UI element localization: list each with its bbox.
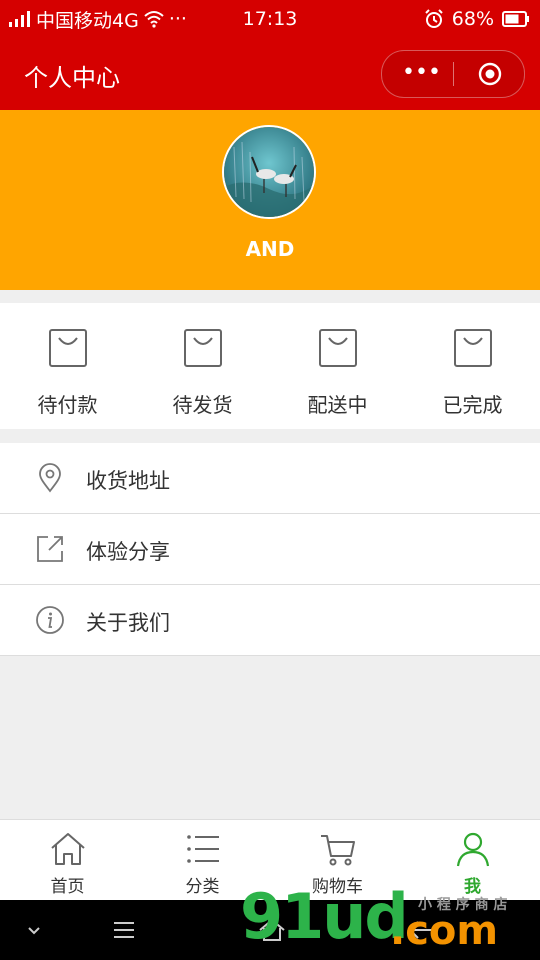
tab-bar: 首页 分类 购物车 我 (0, 819, 540, 900)
tab-label: 分类 (185, 877, 220, 897)
tab-label: 我 (464, 877, 481, 897)
order-pending-shipment[interactable]: 待发货 (135, 303, 270, 429)
menu-label: 关于我们 (86, 611, 170, 635)
profile-header: AND (0, 110, 540, 290)
home-icon (51, 833, 85, 865)
tab-me[interactable]: 我 (405, 820, 540, 900)
chevron-down-icon[interactable] (14, 914, 54, 946)
capsule-divider (453, 62, 454, 86)
info-icon (36, 606, 64, 634)
list-icon (187, 835, 219, 863)
bag-icon (184, 329, 222, 367)
home-button-icon[interactable] (252, 914, 292, 946)
tab-label: 首页 (50, 877, 85, 897)
bag-icon (319, 329, 357, 367)
system-nav-bar (0, 900, 540, 960)
menu-item-about[interactable]: 关于我们 (0, 585, 540, 656)
menu-list: 收货地址 体验分享 关于我们 (0, 443, 540, 656)
tab-cart[interactable]: 购物车 (270, 820, 405, 900)
location-icon (39, 463, 61, 493)
cart-icon (321, 835, 355, 866)
order-label: 配送中 (307, 393, 368, 417)
username: AND (245, 237, 295, 261)
menu-item-address[interactable]: 收货地址 (0, 443, 540, 514)
menu-label: 体验分享 (86, 540, 170, 564)
tab-category[interactable]: 分类 (135, 820, 270, 900)
close-target-icon[interactable] (478, 62, 502, 86)
battery-percent: 68% (451, 8, 494, 30)
more-button[interactable]: ••• (402, 62, 441, 86)
share-icon (37, 536, 63, 562)
menu-label: 收货地址 (86, 469, 170, 493)
order-status-bar: 待付款 待发货 配送中 已完成 (0, 303, 540, 429)
tab-label: 购物车 (312, 877, 363, 897)
menu-item-share[interactable]: 体验分享 (0, 514, 540, 585)
back-icon[interactable] (400, 914, 440, 946)
order-pending-payment[interactable]: 待付款 (0, 303, 135, 429)
tab-home[interactable]: 首页 (0, 820, 135, 900)
bag-icon (49, 329, 87, 367)
status-right: 68% (424, 0, 530, 38)
alarm-icon (425, 9, 443, 28)
order-label: 待发货 (172, 393, 233, 417)
order-completed[interactable]: 已完成 (405, 303, 540, 429)
avatar[interactable] (222, 125, 316, 219)
status-bar: 中国移动4G ··· 17:13 68% (0, 0, 540, 38)
page-title: 个人中心 (24, 64, 120, 92)
menu-icon[interactable] (104, 914, 144, 946)
order-label: 已完成 (442, 393, 503, 417)
battery-icon (502, 11, 529, 27)
nav-bar: 个人中心 ••• (0, 38, 540, 110)
order-in-delivery[interactable]: 配送中 (270, 303, 405, 429)
order-label: 待付款 (37, 393, 98, 417)
avatar-image (224, 127, 314, 217)
miniprogram-capsule: ••• (381, 50, 525, 98)
bag-icon (454, 329, 492, 367)
user-icon (456, 832, 490, 867)
